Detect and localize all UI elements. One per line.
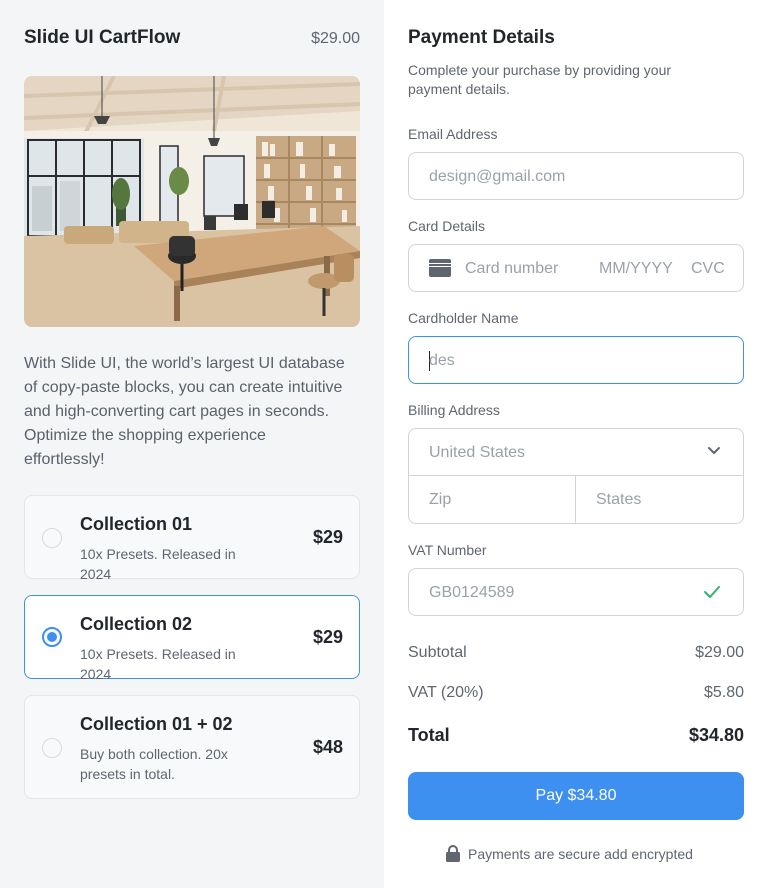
chevron-down-icon	[708, 447, 720, 454]
total-row: Total $34.80	[408, 725, 744, 746]
total-value: $34.80	[688, 725, 744, 745]
option-price: $48	[312, 737, 343, 757]
vat-number-value: GB0124589	[429, 584, 515, 601]
vat-row: VAT (20%) $5.80	[408, 684, 744, 702]
vat-number-field[interactable]: GB0124589	[408, 568, 744, 616]
product-panel: Slide UI CartFlow $29.00 With Slide UI, …	[0, 0, 384, 888]
option-price: $29	[312, 527, 343, 547]
subtotal-value: $29.00	[695, 644, 744, 661]
payment-title: Payment Details	[408, 27, 555, 48]
billing-address-group: United States Zip States	[408, 428, 744, 524]
payment-panel: Payment Details Complete your purchase b…	[384, 0, 768, 888]
card-details-field[interactable]: Card number MM/YYYY CVC	[408, 244, 744, 292]
email-placeholder: design@gmail.com	[429, 168, 566, 185]
vat-summary-label: VAT (20%)	[408, 684, 484, 701]
product-title: Slide UI CartFlow	[24, 27, 181, 48]
cardholder-label: Cardholder Name	[408, 310, 519, 326]
radio-button[interactable]	[42, 528, 62, 548]
option-price: $29	[312, 627, 343, 647]
card-expiry-input[interactable]: MM/YYYY	[599, 260, 673, 278]
radio-button[interactable]	[42, 738, 62, 758]
cardholder-name-value: des	[429, 352, 455, 369]
payment-subtitle: Complete your purchase by providing your…	[408, 62, 672, 97]
subtotal-label: Subtotal	[408, 644, 467, 661]
subtotal-row: Subtotal $29.00	[408, 644, 744, 662]
option-title: Collection 01 + 02	[80, 714, 233, 734]
option-subtitle: 10x Presets. Released in 2024	[80, 646, 236, 682]
card-number-input[interactable]: Card number	[465, 260, 558, 278]
option-collection-02[interactable]: Collection 02 10x Presets. Released in 2…	[24, 595, 360, 682]
option-title: Collection 01	[80, 514, 193, 534]
cardholder-name-field[interactable]: des	[408, 336, 744, 384]
product-description: With Slide UI, the world’s largest UI da…	[24, 355, 345, 468]
email-field[interactable]: design@gmail.com	[408, 152, 744, 200]
product-image	[24, 76, 360, 327]
pay-button[interactable]: Pay $34.80	[408, 772, 744, 820]
option-title: Collection 02	[80, 614, 193, 634]
secure-note-text: Payments are secure add encrypted	[468, 846, 693, 862]
zip-placeholder: Zip	[429, 491, 452, 508]
total-label: Total	[408, 725, 450, 745]
option-subtitle: 10x Presets. Released in 2024	[80, 546, 236, 582]
vat-label: VAT Number	[408, 542, 487, 558]
state-input[interactable]: States	[576, 476, 743, 523]
product-price: $29.00	[311, 30, 360, 47]
email-label: Email Address	[408, 126, 498, 142]
credit-card-icon	[429, 259, 451, 277]
country-value: United States	[429, 444, 526, 461]
state-placeholder: States	[596, 491, 642, 508]
card-details-label: Card Details	[408, 218, 486, 234]
option-subtitle: Buy both collection. 20x presets in tota…	[80, 746, 228, 782]
billing-address-label: Billing Address	[408, 402, 500, 418]
vat-summary-value: $5.80	[703, 684, 744, 701]
check-icon	[704, 586, 720, 598]
country-select[interactable]: United States	[409, 429, 743, 476]
option-collection-bundle[interactable]: Collection 01 + 02 Buy both collection. …	[24, 695, 360, 799]
lock-icon	[446, 845, 460, 862]
zip-input[interactable]: Zip	[409, 476, 576, 523]
option-collection-01[interactable]: Collection 01 10x Presets. Released in 2…	[24, 495, 360, 582]
card-cvc-input[interactable]: CVC	[691, 260, 725, 278]
radio-button-selected[interactable]	[42, 627, 62, 647]
